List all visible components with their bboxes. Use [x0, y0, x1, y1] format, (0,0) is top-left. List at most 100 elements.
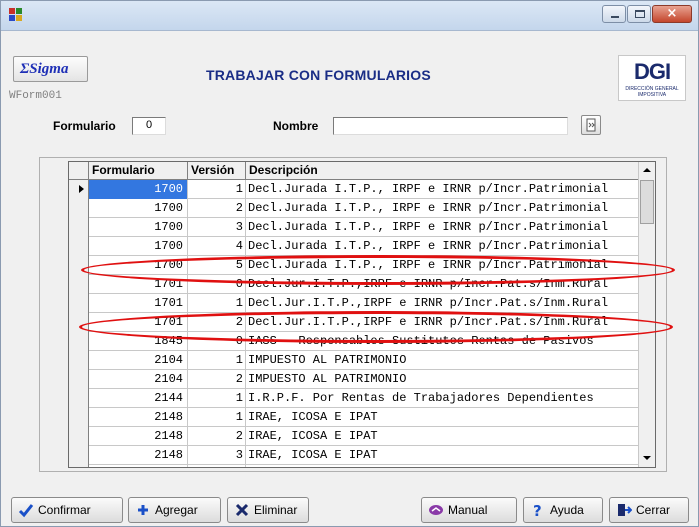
- minimize-icon: [611, 16, 619, 18]
- title-bar[interactable]: ×: [1, 1, 698, 31]
- cell-formulario: 1845: [89, 332, 188, 351]
- row-indicator[interactable]: [69, 294, 89, 313]
- row-indicator[interactable]: [69, 427, 89, 446]
- table-row[interactable]: 1700 4 Decl.Jurada I.T.P., IRPF e IRNR p/I…: [69, 237, 639, 256]
- row-indicator[interactable]: [69, 408, 89, 427]
- cell-formulario: 1700: [89, 180, 188, 199]
- form-code: WForm001: [9, 90, 62, 102]
- row-indicator[interactable]: [69, 332, 89, 351]
- table-row[interactable]: 1700 1 Decl.Jurada I.T.P., IRPF e IRNR p/I…: [69, 180, 639, 199]
- header-indicator: [69, 162, 89, 180]
- table-row[interactable]: 1701 1 Decl.Jur.I.T.P.,IRPF e IRNR p/Incr.…: [69, 294, 639, 313]
- cell-formulario: 2104: [89, 370, 188, 389]
- formulario-label: Formulario: [53, 119, 116, 133]
- table-row[interactable]: 1701 2 Decl.Jur.I.T.P.,IRPF e IRNR p/Incr.…: [69, 313, 639, 332]
- cerrar-label: Cerrar: [636, 503, 671, 517]
- table-row[interactable]: 2104 1 IMPUESTO AL PATRIMONIO: [69, 351, 639, 370]
- manual-book-icon: [428, 502, 444, 518]
- agregar-label: Agregar: [155, 503, 198, 517]
- table-row[interactable]: 1700 3 Decl.Jurada I.T.P., IRPF e IRNR p/I…: [69, 218, 639, 237]
- plus-icon: [135, 502, 151, 518]
- scroll-down-button[interactable]: [639, 450, 655, 467]
- column-header-formulario[interactable]: Formulario: [89, 162, 188, 180]
- cell-formulario: 2148: [89, 408, 188, 427]
- row-indicator[interactable]: [69, 351, 89, 370]
- agregar-button[interactable]: Agregar: [128, 497, 221, 523]
- app-window: × ΣSigma WForm001 TRABAJAR CON FORMULARI…: [0, 0, 699, 527]
- row-indicator[interactable]: [69, 275, 89, 294]
- scroll-thumb[interactable]: [640, 180, 654, 224]
- column-header-descripcion[interactable]: Descripción: [246, 162, 639, 180]
- cell-descripcion: Decl.Jurada I.T.P., IRPF e IRNR p/Incr.P…: [246, 256, 639, 275]
- lookup-button[interactable]: [581, 115, 601, 135]
- scroll-up-button[interactable]: [639, 162, 655, 179]
- row-indicator[interactable]: [69, 370, 89, 389]
- prompt-icon: [586, 118, 596, 132]
- row-indicator[interactable]: [69, 465, 89, 467]
- cell-version: 1: [188, 389, 246, 408]
- manual-button[interactable]: Manual: [421, 497, 517, 523]
- app-icon: [9, 8, 23, 22]
- cell-formulario: 2144: [89, 389, 188, 408]
- cell-descripcion: I.R.P.F. Por Rentas de Trabajadores Depe…: [246, 389, 639, 408]
- forms-grid[interactable]: Formulario Versión Descripción 1700 1 Decl…: [68, 161, 656, 468]
- cell-version: 2: [188, 427, 246, 446]
- table-row[interactable]: 2144 1 I.R.P.F. Por Rentas de Trabajadores…: [69, 389, 639, 408]
- confirmar-button[interactable]: Confirmar: [11, 497, 123, 523]
- cell-version: 3: [188, 446, 246, 465]
- minimize-button[interactable]: [602, 5, 626, 23]
- ayuda-label: Ayuda: [550, 503, 584, 517]
- grid-scrollbar[interactable]: [638, 162, 655, 467]
- row-indicator[interactable]: [69, 180, 89, 199]
- window-controls: ×: [602, 5, 692, 23]
- cell-descripcion: IASS - Responsables Sustitutos Rentas de…: [246, 332, 639, 351]
- table-row[interactable]: 1700 2 Decl.Jurada I.T.P., IRPF e IRNR p/I…: [69, 199, 639, 218]
- cell-descripcion: Decl.Jur.I.T.P.,IRPF e IRNR p/Incr.Pat.s…: [246, 294, 639, 313]
- close-icon: ×: [666, 6, 678, 21]
- cell-version: 4: [188, 465, 246, 467]
- table-row[interactable]: 2148 3 IRAE, ICOSA E IPAT: [69, 446, 639, 465]
- row-indicator[interactable]: [69, 446, 89, 465]
- checkmark-icon: [18, 502, 34, 518]
- row-indicator[interactable]: [69, 389, 89, 408]
- table-row[interactable]: 21484IRAE, ICOSA E IPAT: [69, 465, 639, 467]
- cell-version: 4: [188, 237, 246, 256]
- close-window-button[interactable]: ×: [652, 5, 692, 23]
- nombre-input[interactable]: [333, 117, 568, 135]
- cell-formulario: 1700: [89, 256, 188, 275]
- cell-version: 5: [188, 256, 246, 275]
- cell-descripcion: Decl.Jurada I.T.P., IRPF e IRNR p/Incr.P…: [246, 199, 639, 218]
- maximize-button[interactable]: [627, 5, 651, 23]
- dgi-logo-subtitle: DIRECCIÓN GENERAL IMPOSITIVA: [625, 86, 679, 98]
- cell-descripcion: IRAE, ICOSA E IPAT: [246, 408, 639, 427]
- cell-formulario: 2104: [89, 351, 188, 370]
- ayuda-button[interactable]: ? Ayuda: [523, 497, 603, 523]
- cell-version: 2: [188, 199, 246, 218]
- cell-formulario: 1700: [89, 237, 188, 256]
- cell-descripcion: Decl.Jurada I.T.P., IRPF e IRNR p/Incr.P…: [246, 218, 639, 237]
- eliminar-button[interactable]: Eliminar: [227, 497, 309, 523]
- row-indicator[interactable]: [69, 256, 89, 275]
- table-row[interactable]: 2104 2 IMPUESTO AL PATRIMONIO: [69, 370, 639, 389]
- table-row[interactable]: 1701 0 Decl.Jur.I.T.P.,IRPF e IRNR p/Incr.…: [69, 275, 639, 294]
- cell-descripcion: IRAE, ICOSA E IPAT: [246, 446, 639, 465]
- cerrar-button[interactable]: Cerrar: [609, 497, 689, 523]
- table-row[interactable]: 2148 2 IRAE, ICOSA E IPAT: [69, 427, 639, 446]
- table-row[interactable]: 2148 1 IRAE, ICOSA E IPAT: [69, 408, 639, 427]
- delete-x-icon: [234, 502, 250, 518]
- cell-version: 1: [188, 180, 246, 199]
- row-indicator[interactable]: [69, 237, 89, 256]
- manual-label: Manual: [448, 503, 488, 517]
- maximize-icon: [635, 10, 645, 18]
- row-indicator[interactable]: [69, 199, 89, 218]
- table-row[interactable]: 1845 0 IASS - Responsables Sustitutos Rent…: [69, 332, 639, 351]
- cell-version: 1: [188, 408, 246, 427]
- row-indicator[interactable]: [69, 218, 89, 237]
- cell-formulario: 2148: [89, 446, 188, 465]
- row-indicator[interactable]: [69, 313, 89, 332]
- table-row[interactable]: 1700 5 Decl.Jurada I.T.P., IRPF e IRNR p/I…: [69, 256, 639, 275]
- confirmar-label: Confirmar: [38, 503, 91, 517]
- formulario-input[interactable]: 0: [132, 117, 166, 135]
- column-header-version[interactable]: Versión: [188, 162, 246, 180]
- cell-formulario: 2148: [89, 427, 188, 446]
